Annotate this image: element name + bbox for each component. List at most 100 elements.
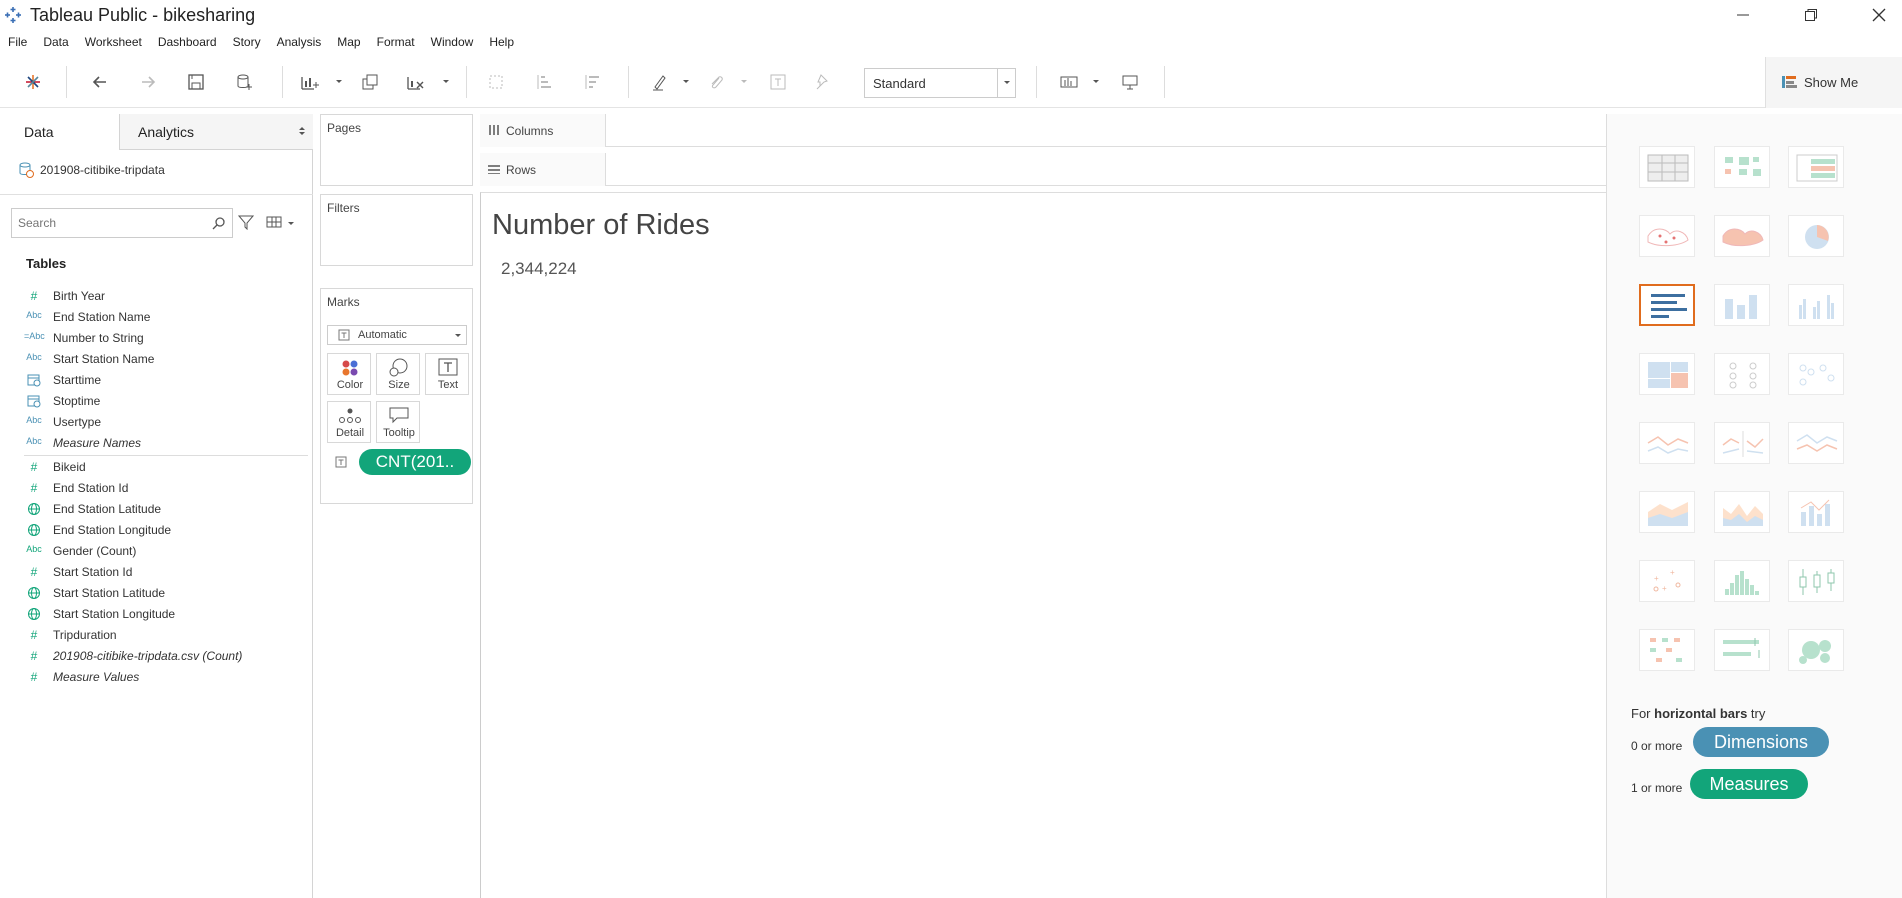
show-mark-labels-button[interactable] bbox=[766, 70, 790, 94]
show-me-button[interactable]: Show Me bbox=[1765, 57, 1902, 108]
rows-shelf[interactable]: Rows bbox=[480, 153, 1606, 186]
field-item[interactable]: # Bikeid bbox=[0, 457, 313, 478]
field-item[interactable]: # Tripduration bbox=[0, 625, 313, 646]
pie-chart-option[interactable] bbox=[1788, 215, 1844, 257]
fix-axes-button[interactable] bbox=[812, 70, 836, 94]
field-item[interactable]: Abc Start Station Name bbox=[0, 349, 313, 370]
detail-button[interactable]: Detail bbox=[327, 401, 371, 443]
data-source[interactable]: 201908-citibike-tripdata bbox=[18, 160, 165, 180]
menu-file[interactable]: File bbox=[0, 32, 35, 52]
tooltip-button[interactable]: Tooltip bbox=[376, 401, 420, 443]
save-button[interactable] bbox=[184, 70, 208, 94]
field-item[interactable]: #201908-citibike-tripdata.csv (Count) bbox=[0, 646, 313, 667]
sort-arrows-icon[interactable] bbox=[299, 126, 305, 136]
restore-button[interactable] bbox=[1788, 2, 1834, 28]
field-item[interactable]: =Abc Number to String bbox=[0, 328, 313, 349]
undo-button[interactable] bbox=[88, 70, 112, 94]
chevron-down-icon[interactable] bbox=[287, 220, 295, 228]
chevron-down-icon[interactable] bbox=[1092, 78, 1100, 86]
tableau-home-button[interactable] bbox=[21, 70, 45, 94]
dual-combination-option[interactable] bbox=[1788, 491, 1844, 533]
dual-lines-option[interactable] bbox=[1788, 422, 1844, 464]
new-worksheet-button[interactable] bbox=[298, 70, 322, 94]
menu-window[interactable]: Window bbox=[423, 32, 482, 52]
presentation-mode-button[interactable] bbox=[1118, 70, 1142, 94]
menu-data[interactable]: Data bbox=[35, 32, 76, 52]
circle-views-option[interactable] bbox=[1714, 353, 1770, 395]
side-by-side-bars-option[interactable] bbox=[1788, 284, 1844, 326]
stacked-bars-option[interactable] bbox=[1714, 284, 1770, 326]
menu-help[interactable]: Help bbox=[481, 32, 522, 52]
fit-select[interactable]: Standard bbox=[864, 68, 1016, 98]
sheet-value[interactable]: 2,344,224 bbox=[501, 259, 577, 279]
sort-descending-button[interactable] bbox=[580, 70, 604, 94]
measure-pill[interactable]: CNT(201.. bbox=[359, 449, 471, 475]
filter-icon[interactable] bbox=[238, 214, 254, 230]
scatter-plot-option[interactable]: + + + bbox=[1639, 560, 1695, 602]
redo-button[interactable] bbox=[136, 70, 160, 94]
filters-card[interactable]: Filters bbox=[320, 194, 473, 266]
filled-map-option[interactable] bbox=[1714, 215, 1770, 257]
columns-shelf[interactable]: Columns bbox=[480, 114, 1606, 147]
field-item[interactable]: # Birth Year bbox=[0, 286, 313, 307]
horizontal-bars-option[interactable] bbox=[1639, 284, 1695, 326]
packed-bubbles-option[interactable] bbox=[1788, 629, 1844, 671]
area-discrete-option[interactable] bbox=[1714, 491, 1770, 533]
text-table-option[interactable] bbox=[1639, 146, 1695, 188]
tab-analytics[interactable]: Analytics bbox=[120, 114, 313, 150]
tab-data[interactable]: Data bbox=[0, 114, 120, 150]
view-list-icon[interactable] bbox=[266, 215, 282, 229]
field-item[interactable]: Start Station Latitude bbox=[0, 583, 313, 604]
menu-worksheet[interactable]: Worksheet bbox=[77, 32, 150, 52]
discrete-lines-option[interactable] bbox=[1714, 422, 1770, 464]
area-continuous-option[interactable] bbox=[1639, 491, 1695, 533]
color-button[interactable]: Color bbox=[327, 353, 371, 395]
duplicate-sheet-button[interactable] bbox=[358, 70, 382, 94]
histogram-option[interactable] bbox=[1714, 560, 1770, 602]
group-members-button[interactable] bbox=[704, 70, 728, 94]
swap-rows-columns-button[interactable] bbox=[484, 70, 508, 94]
box-and-whisker-option[interactable] bbox=[1788, 560, 1844, 602]
highlight-button[interactable] bbox=[648, 70, 672, 94]
bullet-graph-option[interactable] bbox=[1714, 629, 1770, 671]
continuous-lines-option[interactable] bbox=[1639, 422, 1695, 464]
gantt-chart-option[interactable] bbox=[1639, 629, 1695, 671]
field-item[interactable]: Abc Measure Names bbox=[0, 433, 313, 454]
sort-ascending-button[interactable] bbox=[532, 70, 556, 94]
side-by-side-circles-option[interactable] bbox=[1788, 353, 1844, 395]
sheet-title[interactable]: Number of Rides bbox=[492, 209, 710, 242]
pages-card[interactable]: Pages bbox=[320, 114, 473, 186]
field-item[interactable]: Starttime bbox=[0, 370, 313, 391]
symbol-map-option[interactable] bbox=[1639, 215, 1695, 257]
clear-sheet-button[interactable] bbox=[404, 70, 428, 94]
chevron-down-icon[interactable] bbox=[335, 78, 343, 86]
chevron-down-icon[interactable] bbox=[682, 78, 690, 86]
minimize-button[interactable] bbox=[1720, 2, 1766, 28]
field-item[interactable]: # Measure Values bbox=[0, 667, 313, 688]
chevron-down-icon[interactable] bbox=[997, 69, 1015, 97]
field-item[interactable]: End Station Longitude bbox=[0, 520, 313, 541]
field-item[interactable]: # Start Station Id bbox=[0, 562, 313, 583]
new-data-source-button[interactable] bbox=[232, 70, 256, 94]
menu-analysis[interactable]: Analysis bbox=[269, 32, 330, 52]
close-button[interactable] bbox=[1856, 2, 1902, 28]
chevron-down-icon[interactable] bbox=[442, 78, 450, 86]
menu-format[interactable]: Format bbox=[369, 32, 423, 52]
text-button[interactable]: Text bbox=[425, 353, 469, 395]
field-item[interactable]: # End Station Id bbox=[0, 478, 313, 499]
chevron-down-icon[interactable] bbox=[740, 78, 748, 86]
worksheet-view[interactable]: Number of Rides 2,344,224 bbox=[480, 192, 1606, 898]
field-item[interactable]: End Station Latitude bbox=[0, 499, 313, 520]
show-cards-button[interactable] bbox=[1057, 70, 1081, 94]
search-box[interactable] bbox=[11, 208, 233, 238]
highlight-table-option[interactable] bbox=[1788, 146, 1844, 188]
size-button[interactable]: Size bbox=[376, 353, 420, 395]
field-item[interactable]: Abc Gender (Count) bbox=[0, 541, 313, 562]
field-item[interactable]: Abc End Station Name bbox=[0, 307, 313, 328]
field-item[interactable]: Stoptime bbox=[0, 391, 313, 412]
treemap-option[interactable] bbox=[1639, 353, 1695, 395]
menu-dashboard[interactable]: Dashboard bbox=[150, 32, 225, 52]
mark-type-select[interactable]: Automatic bbox=[327, 325, 467, 345]
field-item[interactable]: Abc Usertype bbox=[0, 412, 313, 433]
menu-story[interactable]: Story bbox=[225, 32, 269, 52]
